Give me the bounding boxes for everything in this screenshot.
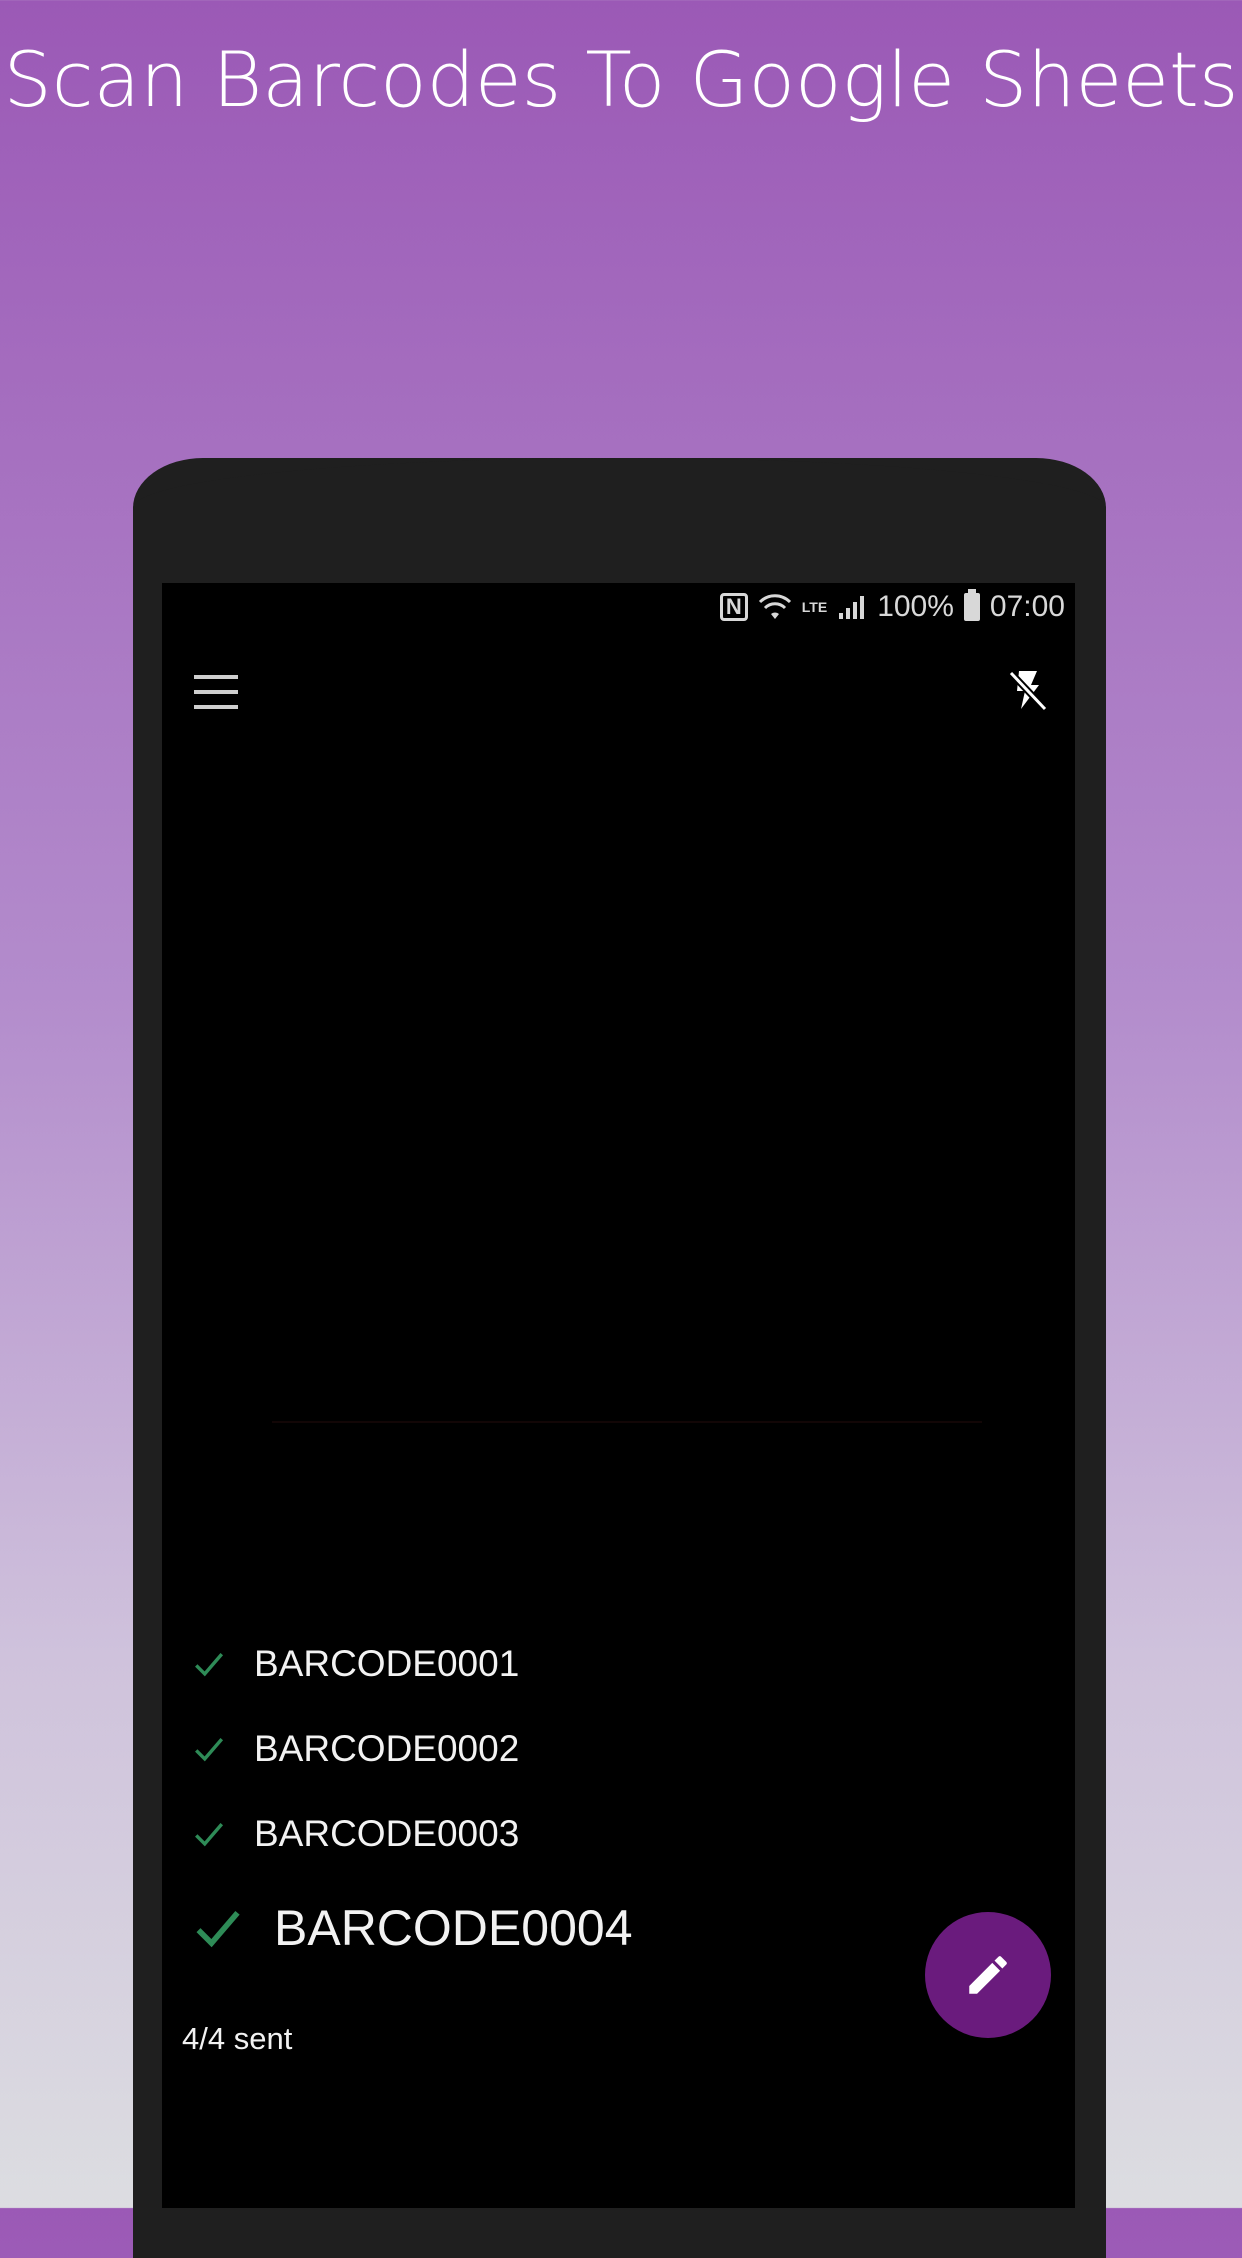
check-icon: [195, 1822, 224, 1847]
battery-icon: [963, 589, 980, 621]
scan-guide-line: [272, 1421, 982, 1423]
scan-list-item: BARCODE0001: [192, 1643, 519, 1685]
wifi-icon: [758, 593, 792, 621]
status-time: 07:00: [989, 590, 1065, 623]
sent-count: 4/4 sent: [182, 2021, 293, 2056]
phone-screen: N LTE 100% 07:00 BARCODE0001 BARCODE0002…: [162, 583, 1075, 2208]
check-icon: [196, 1911, 240, 1948]
scan-list-item: BARCODE0003: [192, 1813, 519, 1855]
phone-top-bezel: [133, 458, 1106, 578]
check-icon: [195, 1652, 224, 1677]
promo-headline: Scan Barcodes To Google Sheets: [3, 35, 1239, 124]
status-bar: N LTE 100% 07:00: [162, 583, 1075, 631]
flash-off-icon[interactable]: [1005, 667, 1051, 713]
check-icon: [195, 1737, 224, 1762]
hamburger-menu-icon[interactable]: [194, 675, 238, 709]
scan-label: BARCODE0003: [254, 1813, 520, 1854]
pencil-icon: [969, 1956, 1007, 1994]
latest-scan-label: BARCODE0004: [274, 1900, 633, 1956]
lte-icon: LTE: [801, 599, 828, 615]
scan-list-item: BARCODE0002: [192, 1728, 519, 1770]
edit-fab-button[interactable]: [925, 1912, 1051, 2038]
scan-label: BARCODE0002: [254, 1728, 520, 1769]
nfc-icon: N: [719, 593, 748, 621]
latest-scan-item: BARCODE0004: [192, 1899, 633, 1957]
signal-icon: [837, 593, 867, 621]
battery-percent: 100%: [877, 590, 954, 623]
scan-label: BARCODE0001: [254, 1643, 520, 1684]
